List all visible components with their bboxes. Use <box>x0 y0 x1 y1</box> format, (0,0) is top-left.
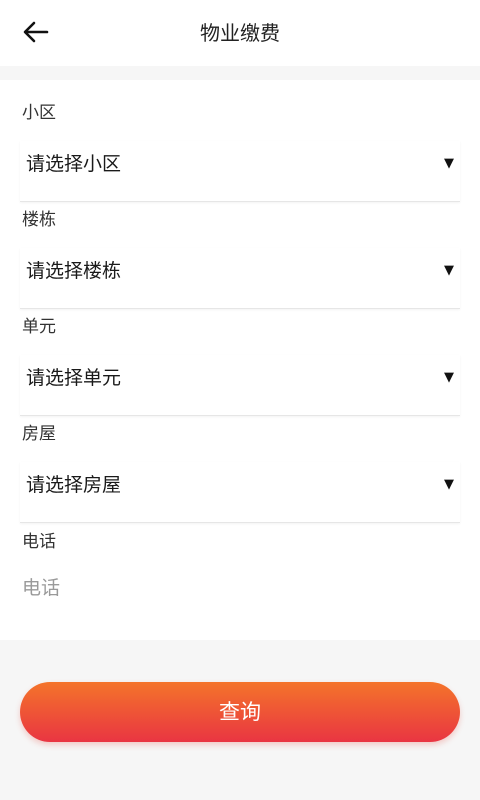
building-select-value: 请选择楼栋 <box>26 260 122 282</box>
community-select-value: 请选择小区 <box>26 153 122 175</box>
unit-select-value: 请选择单元 <box>26 367 122 389</box>
payment-form: 小区 请选择小区 ▼ 楼栋 请选择楼栋 ▼ 单元 请选择单元 ▼ 房屋 请选择房… <box>0 80 480 640</box>
house-select[interactable]: 请选择房屋 ▼ <box>20 462 460 523</box>
back-button[interactable] <box>14 12 58 52</box>
caret-down-icon: ▼ <box>444 156 454 171</box>
phone-input[interactable] <box>20 570 452 606</box>
page-title: 物业缴费 <box>200 21 280 45</box>
query-button[interactable]: 查询 <box>20 682 460 742</box>
community-label: 小区 <box>22 103 56 123</box>
caret-down-icon: ▼ <box>444 263 454 278</box>
phone-label: 电话 <box>22 532 56 552</box>
app-header: 物业缴费 <box>0 0 480 66</box>
house-label: 房屋 <box>22 424 56 444</box>
community-select[interactable]: 请选择小区 ▼ <box>20 141 460 202</box>
unit-select[interactable]: 请选择单元 ▼ <box>20 355 460 416</box>
arrow-left-icon <box>23 21 49 43</box>
unit-label: 单元 <box>22 317 56 337</box>
caret-down-icon: ▼ <box>444 477 454 492</box>
house-select-value: 请选择房屋 <box>26 474 122 496</box>
caret-down-icon: ▼ <box>444 370 454 385</box>
building-label: 楼栋 <box>22 210 56 230</box>
page: 物业缴费 小区 请选择小区 ▼ 楼栋 请选择楼栋 ▼ 单元 请选择单元 ▼ 房屋 <box>0 0 480 800</box>
building-select[interactable]: 请选择楼栋 ▼ <box>20 248 460 309</box>
